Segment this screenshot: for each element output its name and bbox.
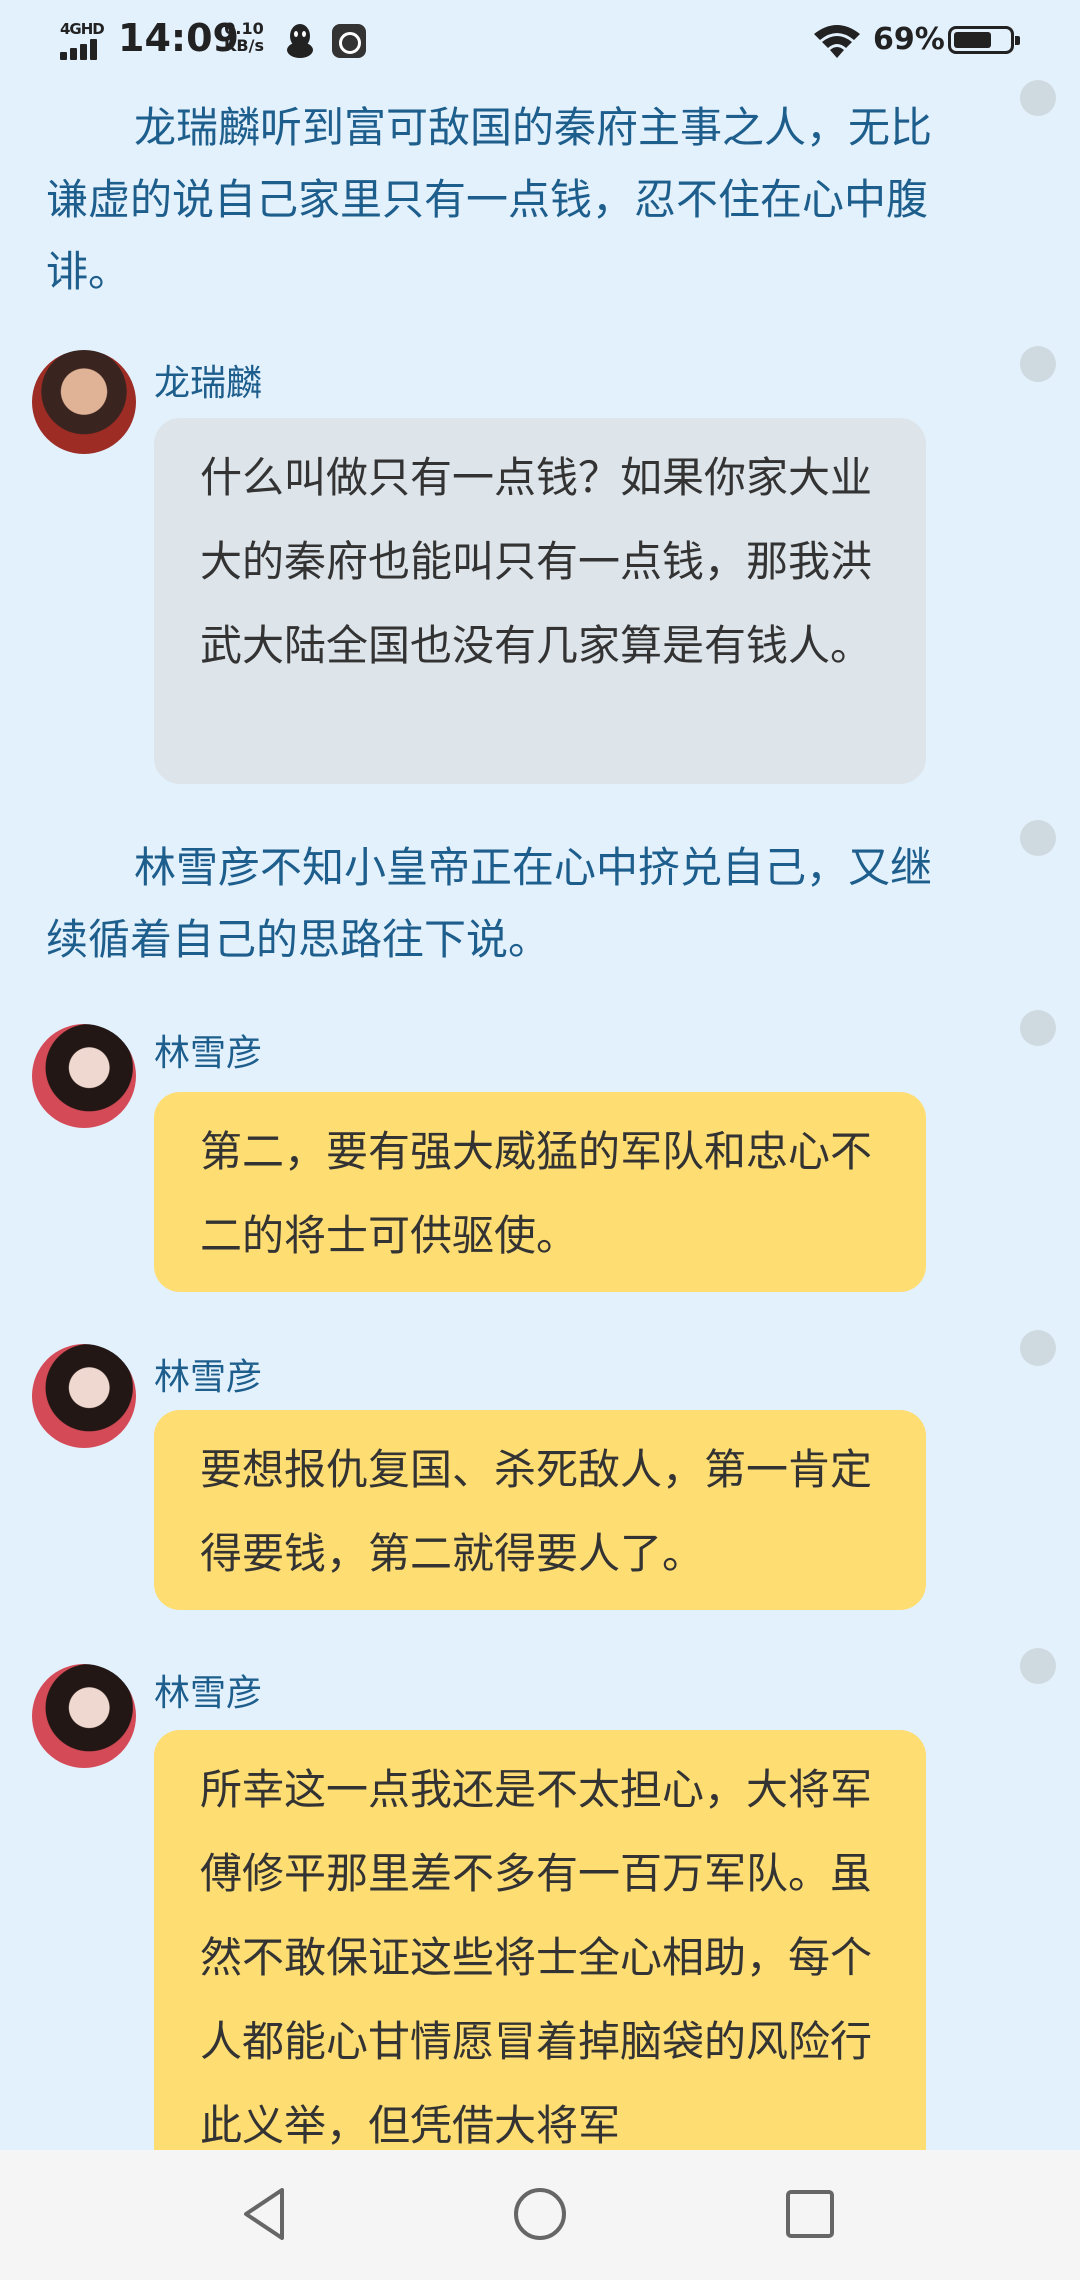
narration-text: 林雪彦不知小皇帝正在心中挤兑自己，又继续循着自己的思路往下说。: [46, 843, 933, 964]
speaker-name: 林雪彦: [154, 1033, 263, 1074]
avatar[interactable]: [32, 1664, 136, 1768]
speaker-name: 龙瑞麟: [154, 363, 263, 404]
back-triangle-icon[interactable]: [234, 2182, 298, 2246]
dialogue-bubble: 要想报仇复国、杀死敌人，第一肯定得要钱，第二就得要人了。: [154, 1410, 926, 1610]
dialogue-bubble: 所幸这一点我还是不太担心，大将军傅修平那里差不多有一百万军队。虽然不敢保证这些将…: [154, 1730, 926, 2150]
avatar[interactable]: [32, 350, 136, 454]
speaker-name: 林雪彦: [154, 1673, 263, 1714]
menu-dot[interactable]: [1020, 346, 1056, 382]
navigation-bar: [0, 2150, 1080, 2280]
menu-dot[interactable]: [1020, 80, 1056, 116]
home-circle-icon[interactable]: [508, 2182, 572, 2246]
speaker-name: 林雪彦: [154, 1357, 263, 1398]
avatar[interactable]: [32, 1344, 136, 1448]
menu-dot[interactable]: [1020, 1010, 1056, 1046]
menu-dot[interactable]: [1020, 1330, 1056, 1366]
dialogue-bubble: 什么叫做只有一点钱？如果你家大业大的秦府也能叫只有一点钱，那我洪武大陆全国也没有…: [154, 418, 926, 784]
recents-square-icon[interactable]: [778, 2182, 842, 2246]
narration-text: 龙瑞麟听到富可敌国的秦府主事之人，无比谦虚的说自己家里只有一点钱，忍不住在心中腹…: [46, 103, 933, 296]
avatar[interactable]: [32, 1024, 136, 1128]
menu-dot[interactable]: [1020, 1648, 1056, 1684]
story-chat[interactable]: 龙瑞麟听到富可敌国的秦府主事之人，无比谦虚的说自己家里只有一点钱，忍不住在心中腹…: [0, 0, 1080, 2150]
dialogue-bubble: 第二，要有强大威猛的军队和忠心不二的将士可供驱使。: [154, 1092, 926, 1292]
menu-dot[interactable]: [1020, 820, 1056, 856]
